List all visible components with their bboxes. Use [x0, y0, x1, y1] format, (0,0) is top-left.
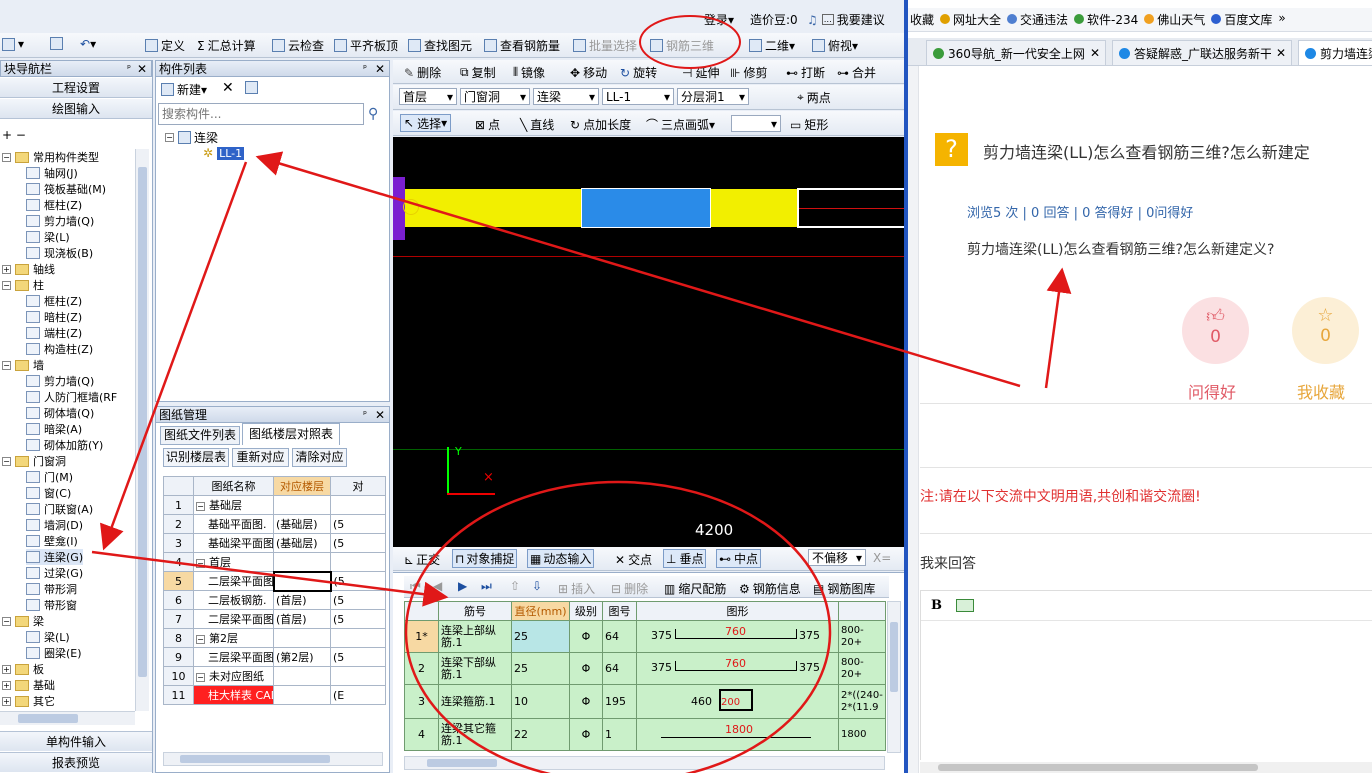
annotation-arrow-nav-to-table	[91, 550, 449, 607]
annotation-overlay	[91, 15, 1072, 773]
annotation-ellipse-table	[404, 480, 832, 773]
annotation-arrow-to-question	[1044, 267, 1072, 389]
annotation-ellipse-rebar3d	[639, 15, 741, 69]
annotation-arrow-to-ll1	[255, 151, 1021, 388]
annotation-arrow-ll1-to-nav	[100, 161, 248, 551]
